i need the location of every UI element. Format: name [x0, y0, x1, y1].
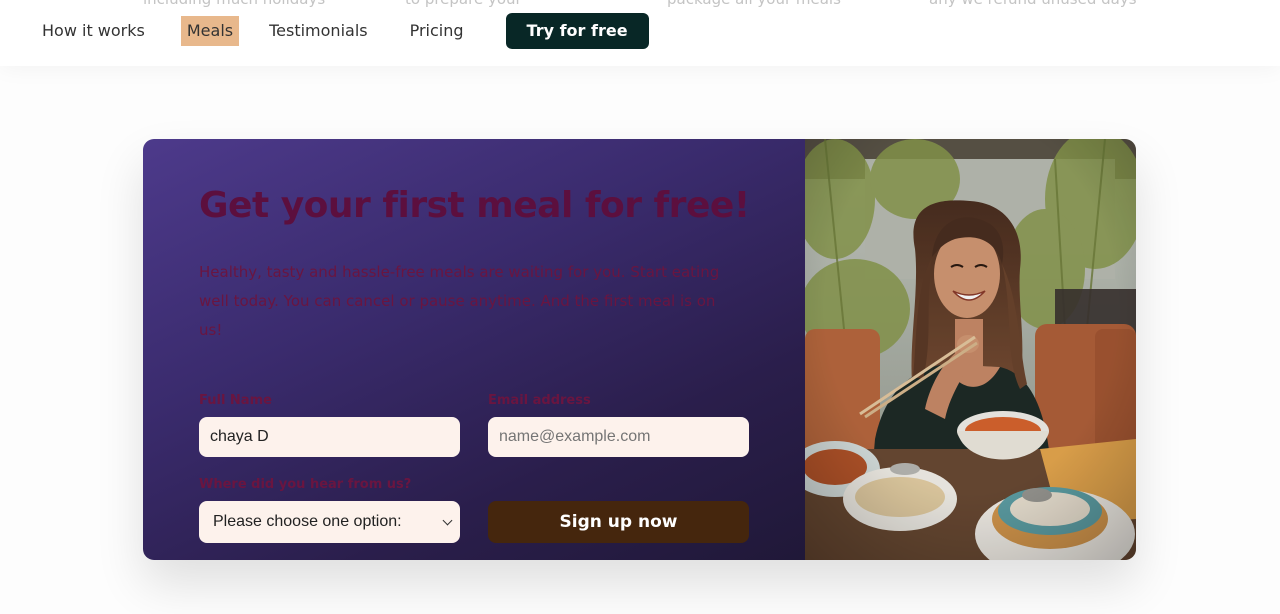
try-for-free-button[interactable]: Try for free	[505, 13, 649, 49]
site-header: including much holidays to prepare your …	[0, 0, 1280, 66]
cta-description: Healthy, tasty and hassle-free meals are…	[199, 263, 720, 339]
nav-link-testimonials[interactable]: Testimonials	[269, 16, 368, 46]
scrolled-text-fragment: package all your meals	[667, 0, 841, 8]
nav-link-how-it-works[interactable]: How it works	[42, 16, 145, 46]
nav-link-meals[interactable]: Meals	[180, 16, 240, 46]
chevron-down-icon	[442, 515, 453, 525]
scrolled-text-fragment: any we refund unused days	[929, 0, 1137, 8]
cta-heading: Get your first meal for free!	[199, 185, 750, 226]
source-label: Where did you hear from us?	[199, 477, 412, 492]
email-label: Email address	[488, 393, 591, 408]
signup-cta-card: Get your first meal for free! Healthy, t…	[143, 139, 1136, 560]
email-field-group: Email address	[488, 393, 749, 457]
full-name-field-group: Full Name	[199, 393, 460, 457]
source-select-value: Please choose one option:	[213, 513, 402, 530]
scrolled-text-fragment: to prepare your	[405, 0, 522, 8]
woman-eating-photo	[805, 139, 1136, 560]
signup-form: Full Name Email address Where did you he…	[199, 393, 749, 543]
cta-form-panel: Get your first meal for free! Healthy, t…	[143, 139, 805, 560]
main-nav: How it works Meals Testimonials Pricing …	[42, 13, 649, 49]
submit-group: Sign up now	[488, 477, 749, 543]
source-field-group: Where did you hear from us? Please choos…	[199, 477, 460, 543]
email-input[interactable]	[488, 417, 749, 457]
full-name-label: Full Name	[199, 393, 272, 408]
nav-link-pricing[interactable]: Pricing	[410, 16, 464, 46]
sign-up-button[interactable]: Sign up now	[488, 501, 749, 543]
woman-eating-illustration	[805, 139, 1136, 560]
source-select[interactable]: Please choose one option:	[199, 501, 460, 543]
full-name-input[interactable]	[199, 417, 460, 457]
scrolled-text-fragment: including much holidays	[143, 0, 325, 8]
